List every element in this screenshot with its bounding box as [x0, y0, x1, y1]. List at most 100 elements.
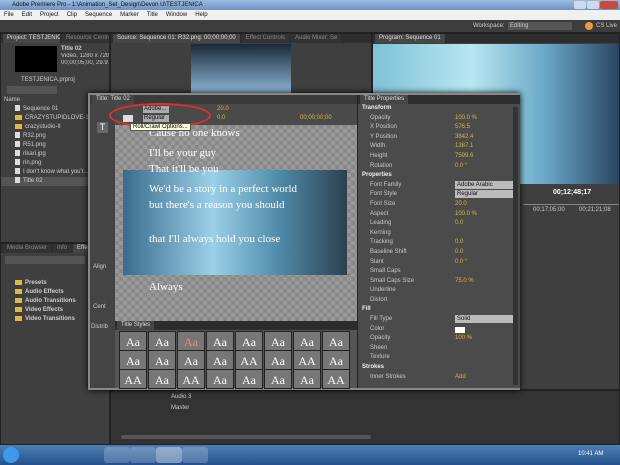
- title-text-line[interactable]: Always: [149, 281, 183, 293]
- property-value[interactable]: 0.0: [455, 248, 463, 258]
- title-text-line[interactable]: that I'll always hold you close: [149, 233, 280, 245]
- property-value[interactable]: 75.0 %: [455, 277, 474, 287]
- property-value[interactable]: Regular: [455, 190, 515, 199]
- menu-help[interactable]: Help: [195, 10, 207, 20]
- tab-source[interactable]: Source: Sequence 01: R32.png: 00;00;00;0…: [113, 34, 240, 43]
- tab-title-styles[interactable]: Title Styles: [117, 321, 155, 330]
- effects-search-input[interactable]: [5, 256, 85, 264]
- title-style-swatch[interactable]: Aa: [235, 369, 263, 389]
- tab-audio-mixer[interactable]: Audio Mixer: Se: [291, 34, 342, 43]
- cs-live-button[interactable]: CS Live: [596, 23, 617, 29]
- type-tool-icon[interactable]: T: [97, 122, 108, 133]
- property-value[interactable]: 100 %: [455, 334, 472, 344]
- taskbar-premiere[interactable]: [156, 447, 182, 463]
- effects-item-audio-transitions[interactable]: Audio Transitions: [1, 297, 76, 306]
- title-style-swatch[interactable]: Aa: [119, 350, 147, 370]
- property-value[interactable]: 3842.4: [455, 133, 473, 143]
- kerning-value[interactable]: 0.0: [217, 115, 225, 121]
- property-value[interactable]: [455, 326, 465, 333]
- title-style-swatch[interactable]: Aa: [264, 331, 292, 351]
- title-style-swatch[interactable]: AA: [322, 369, 350, 389]
- menu-sequence[interactable]: Sequence: [85, 10, 112, 20]
- column-name[interactable]: Name: [4, 97, 20, 103]
- property-value[interactable]: Solid: [455, 315, 515, 324]
- property-value[interactable]: 0.0: [455, 219, 463, 229]
- title-style-swatch[interactable]: Aa: [322, 350, 350, 370]
- taskbar-explorer[interactable]: [182, 447, 208, 463]
- title-style-swatch[interactable]: Aa: [235, 331, 263, 351]
- title-style-swatch[interactable]: AA: [293, 350, 321, 370]
- property-value[interactable]: 1387.1: [455, 142, 473, 152]
- timeline-zoom-scrollbar[interactable]: [121, 435, 371, 439]
- menu-clip[interactable]: Clip: [67, 10, 77, 20]
- project-search-input[interactable]: [7, 86, 57, 94]
- tab-media-browser[interactable]: Media Browser: [3, 244, 52, 253]
- tab-info[interactable]: Info: [53, 244, 72, 253]
- workspace-select[interactable]: Editing: [508, 22, 572, 30]
- title-style-swatch[interactable]: Aa: [148, 331, 176, 351]
- title-canvas[interactable]: Cause no one knows I'll be your guy That…: [115, 125, 357, 321]
- menu-marker[interactable]: Marker: [120, 10, 139, 20]
- title-style-swatch[interactable]: Aa: [148, 369, 176, 389]
- menu-edit[interactable]: Edit: [22, 10, 32, 20]
- title-text-line[interactable]: We'd be a story in a perfect world: [149, 183, 297, 195]
- title-style-swatch[interactable]: Aa: [119, 331, 147, 351]
- tab-project[interactable]: Project: TESTJENICA: [3, 34, 60, 43]
- tab-title[interactable]: Title: Title 02: [92, 95, 134, 104]
- title-style-swatch[interactable]: Aa: [206, 350, 234, 370]
- property-value[interactable]: 100.0 %: [455, 114, 477, 124]
- title-text-line[interactable]: but there's a reason you should: [149, 199, 284, 211]
- property-value[interactable]: 0.0 °: [455, 258, 467, 268]
- tab-effect-controls[interactable]: Effect Controls: [241, 34, 290, 43]
- font-size-value[interactable]: 20.0: [217, 106, 229, 112]
- start-button[interactable]: [3, 447, 19, 463]
- close-button[interactable]: [600, 1, 618, 9]
- title-text-line[interactable]: I'll be your guy: [149, 147, 216, 159]
- title-style-swatch[interactable]: Aa: [322, 331, 350, 351]
- tab-program[interactable]: Program: Sequence 01: [375, 34, 445, 43]
- effects-item-video-effects[interactable]: Video Effects: [1, 306, 76, 315]
- title-style-swatch[interactable]: Aa: [264, 350, 292, 370]
- maximize-button[interactable]: [587, 1, 599, 9]
- effects-item-presets[interactable]: Presets: [1, 279, 76, 288]
- property-value[interactable]: 7599.6: [455, 152, 473, 162]
- title-text-line[interactable]: That it'll be you: [149, 163, 219, 175]
- property-value[interactable]: 0.0: [455, 238, 463, 248]
- title-style-swatch[interactable]: AA: [235, 350, 263, 370]
- track-audio-3[interactable]: Audio 3: [171, 394, 191, 400]
- title-style-swatch[interactable]: Aa: [206, 331, 234, 351]
- title-style-swatch[interactable]: Aa: [293, 369, 321, 389]
- title-style-swatch[interactable]: Aa: [148, 350, 176, 370]
- section-transform[interactable]: Transform: [358, 104, 520, 114]
- track-master[interactable]: Master: [171, 405, 189, 411]
- section-properties[interactable]: Properties: [358, 171, 520, 181]
- title-style-swatch[interactable]: AA: [177, 369, 205, 389]
- effects-item-video-transitions[interactable]: Video Transitions: [1, 315, 76, 324]
- tab-resource-central[interactable]: Resource Central: [61, 34, 109, 43]
- menu-file[interactable]: File: [4, 10, 14, 20]
- title-style-swatch[interactable]: AA: [119, 369, 147, 389]
- title-style-swatch[interactable]: Aa: [206, 369, 234, 389]
- taskbar-photoshop[interactable]: [130, 447, 156, 463]
- property-value[interactable]: 100.0 %: [455, 210, 477, 220]
- property-value[interactable]: Adobe Arabic: [455, 180, 515, 189]
- taskbar-chrome[interactable]: [104, 447, 130, 463]
- menu-title[interactable]: Title: [147, 10, 158, 20]
- property-value[interactable]: Add: [455, 373, 466, 383]
- minimize-button[interactable]: [574, 1, 586, 9]
- property-value[interactable]: 576.5: [455, 123, 470, 133]
- section-strokes[interactable]: Strokes: [358, 363, 520, 373]
- program-timecode[interactable]: 00;12;48;17: [553, 189, 591, 196]
- property-value[interactable]: 0.0 °: [455, 162, 467, 172]
- time-ruler[interactable]: [523, 204, 619, 205]
- title-style-swatch[interactable]: Aa: [177, 350, 205, 370]
- title-style-swatch[interactable]: Aa: [177, 331, 205, 351]
- section-fill[interactable]: Fill: [358, 305, 520, 315]
- title-style-swatch[interactable]: Aa: [293, 331, 321, 351]
- effects-item-audio-effects[interactable]: Audio Effects: [1, 288, 76, 297]
- background-timecode[interactable]: 00;00;00;00: [300, 115, 332, 121]
- tab-title-properties[interactable]: Title Properties: [360, 95, 409, 104]
- title-style-swatch[interactable]: Aa: [264, 369, 292, 389]
- properties-scrollbar[interactable]: [513, 107, 518, 385]
- property-value[interactable]: 20.0: [455, 200, 467, 210]
